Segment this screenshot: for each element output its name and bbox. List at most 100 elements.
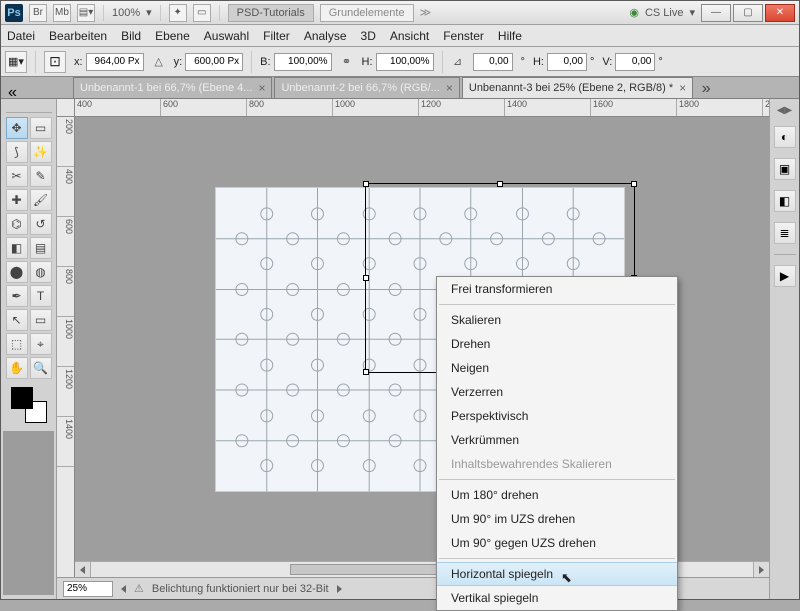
actions-panel-icon[interactable]: ▶ — [774, 265, 796, 287]
h-input[interactable] — [376, 53, 434, 71]
type-tool[interactable]: T — [30, 285, 52, 307]
angle-input[interactable] — [473, 53, 513, 71]
next-icon[interactable] — [337, 585, 342, 593]
camera-tool[interactable]: ⌖ — [30, 333, 52, 355]
cs-live-icon[interactable]: ◉ — [629, 6, 639, 19]
transform-handle[interactable] — [497, 181, 503, 187]
doc-tab-1[interactable]: Unbenannt-1 bei 66,7% (Ebene 4...× — [73, 77, 272, 98]
skew-h-input[interactable] — [547, 53, 587, 71]
menu-bild[interactable]: Bild — [121, 29, 141, 43]
scroll-right-button[interactable] — [753, 562, 769, 577]
eraser-tool[interactable]: ◧ — [6, 237, 28, 259]
tab-overflow-button[interactable]: » — [697, 80, 715, 98]
workspace-tab-1[interactable]: PSD-Tutorials — [228, 4, 314, 22]
lasso-tool[interactable]: ⟆ — [6, 141, 28, 163]
zoom-tool[interactable]: 🔍 — [30, 357, 52, 379]
layers-panel-icon[interactable]: ≣ — [774, 222, 796, 244]
y-input[interactable] — [185, 53, 243, 71]
pen-tool[interactable]: ✒ — [6, 285, 28, 307]
doc-tab-3[interactable]: Unbenannt-3 bei 25% (Ebene 2, RGB/8) *× — [462, 77, 693, 98]
move-tool[interactable]: ✥ — [6, 117, 28, 139]
menu-ansicht[interactable]: Ansicht — [390, 29, 429, 43]
view-tool-button[interactable]: ▭ — [193, 4, 211, 22]
minimize-button[interactable]: — — [701, 4, 731, 22]
minibridge-button[interactable]: Mb — [53, 4, 71, 22]
prev-icon[interactable] — [121, 585, 126, 593]
brush-tool[interactable]: 🖌 — [30, 189, 52, 211]
context-menu-item[interactable]: Verkrümmen — [437, 428, 677, 452]
menu-filter[interactable]: Filter — [263, 29, 290, 43]
menu-ebene[interactable]: Ebene — [155, 29, 190, 43]
workspace-tab-2[interactable]: Grundelemente — [320, 4, 414, 22]
shape-tool[interactable]: ▭ — [30, 309, 52, 331]
context-menu-item[interactable]: Frei transformieren — [437, 277, 677, 301]
menu-datei[interactable]: Datei — [7, 29, 35, 43]
dodge-tool[interactable]: ◍ — [30, 261, 52, 283]
toolbox-handle[interactable] — [6, 103, 52, 113]
menu-3d[interactable]: 3D — [361, 29, 376, 43]
color-swatches[interactable] — [11, 387, 47, 423]
doc-tab-2[interactable]: Unbenannt-2 bei 66,7% (RGB/...× — [274, 77, 459, 98]
menu-auswahl[interactable]: Auswahl — [204, 29, 249, 43]
skew-v-input[interactable] — [615, 53, 655, 71]
path-select-tool[interactable]: ↖ — [6, 309, 28, 331]
zoom-field[interactable] — [63, 581, 113, 597]
close-icon[interactable]: × — [446, 81, 453, 95]
context-menu-item[interactable]: Um 90° im UZS drehen — [437, 507, 677, 531]
context-menu-item[interactable]: Drehen — [437, 332, 677, 356]
context-menu-item[interactable]: Vertikal spiegeln — [437, 586, 677, 610]
transform-handle[interactable] — [631, 181, 637, 187]
context-menu-item[interactable]: Perspektivisch — [437, 404, 677, 428]
context-menu-item[interactable]: Um 90° gegen UZS drehen — [437, 531, 677, 555]
transform-handle[interactable] — [363, 369, 369, 375]
hand-tool-button[interactable]: ✦ — [169, 4, 187, 22]
delta-icon[interactable]: △ — [152, 55, 166, 68]
menu-hilfe[interactable]: Hilfe — [498, 29, 522, 43]
hand-tool[interactable]: ✋ — [6, 357, 28, 379]
adjustments-panel-icon[interactable]: ◧ — [774, 190, 796, 212]
transform-handle[interactable] — [363, 275, 369, 281]
bridge-button[interactable]: Br — [29, 4, 47, 22]
history-brush-tool[interactable]: ↺ — [30, 213, 52, 235]
context-menu-item[interactable]: Verzerren — [437, 380, 677, 404]
x-input[interactable] — [86, 53, 144, 71]
ruler-horizontal[interactable]: 400600800100012001400160018002000 — [57, 99, 769, 117]
context-menu-item[interactable]: Neigen — [437, 356, 677, 380]
layout-menu-button[interactable]: ▤▾ — [77, 4, 95, 22]
close-icon[interactable]: × — [679, 81, 686, 95]
chevron-double-left-icon[interactable]: « — [8, 84, 22, 98]
w-input[interactable] — [274, 53, 332, 71]
context-menu-item[interactable]: Horizontal spiegeln⬉ — [437, 562, 677, 586]
foreground-color[interactable] — [11, 387, 33, 409]
close-button[interactable]: ✕ — [765, 4, 795, 22]
titlebar-zoom[interactable]: 100% — [112, 7, 140, 19]
chevron-double-right-icon[interactable]: ≫ — [420, 6, 432, 19]
blur-tool[interactable]: ⬤ — [6, 261, 28, 283]
swatches-panel-icon[interactable]: ▣ — [774, 158, 796, 180]
menu-bearbeiten[interactable]: Bearbeiten — [49, 29, 107, 43]
wand-tool[interactable]: ✨ — [30, 141, 52, 163]
transform-tool-icon[interactable]: ▦▾ — [5, 51, 27, 73]
gradient-tool[interactable]: ▤ — [30, 237, 52, 259]
menu-analyse[interactable]: Analyse — [304, 29, 347, 43]
ruler-vertical[interactable]: 200400600800100012001400 — [57, 117, 75, 577]
scroll-left-button[interactable] — [75, 562, 91, 577]
transform-handle[interactable] — [363, 181, 369, 187]
context-menu-item[interactable]: Skalieren — [437, 308, 677, 332]
link-wh-icon[interactable]: ⚭ — [340, 55, 354, 68]
color-panel-icon[interactable]: ◐ — [774, 126, 796, 148]
ruler-corner[interactable] — [57, 99, 75, 116]
context-menu-item[interactable]: Um 180° drehen — [437, 483, 677, 507]
reference-point-icon[interactable]: ⊡ — [44, 51, 66, 73]
heal-tool[interactable]: ✚ — [6, 189, 28, 211]
crop-tool[interactable]: ✂ — [6, 165, 28, 187]
close-icon[interactable]: × — [258, 81, 265, 95]
cs-live-label[interactable]: CS Live — [645, 7, 684, 19]
expand-dock-button[interactable]: ◀▶ — [777, 105, 792, 116]
3d-tool[interactable]: ⬚ — [6, 333, 28, 355]
menu-fenster[interactable]: Fenster — [443, 29, 484, 43]
maximize-button[interactable]: ▢ — [733, 4, 763, 22]
eyedropper-tool[interactable]: ✎ — [30, 165, 52, 187]
marquee-tool[interactable]: ▭ — [30, 117, 52, 139]
stamp-tool[interactable]: ⌬ — [6, 213, 28, 235]
